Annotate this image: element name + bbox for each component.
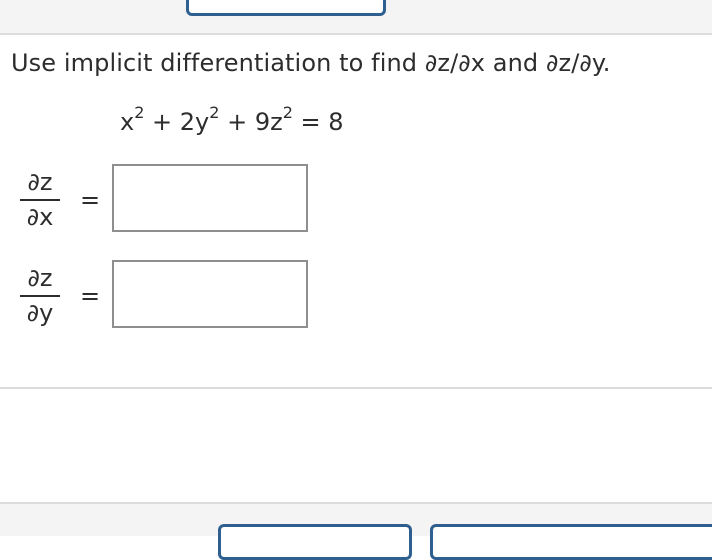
bottom-toolbar (0, 502, 712, 560)
equation-exponent: 2 (209, 103, 220, 122)
equation-operator: + (144, 108, 180, 136)
fraction-bar (20, 295, 60, 297)
equals-sign: = (80, 186, 101, 214)
fraction-bar (20, 199, 60, 201)
fraction-dz-dx: ∂z ∂x (18, 168, 62, 232)
dz-dy-answer-input[interactable] (112, 260, 308, 328)
equation-term-y: 2y (179, 108, 210, 136)
equation: x2 + 2y2 + 9z2 = 8 (120, 103, 344, 136)
equation-exponent: 2 (282, 103, 293, 122)
question-prompt: Use implicit differentiation to find ∂z/… (11, 49, 611, 77)
equals-sign: = (80, 282, 101, 310)
equation-operator: + (219, 108, 255, 136)
equation-term-z: 9z (254, 108, 283, 136)
dz-dx-answer-input[interactable] (112, 164, 308, 232)
top-button[interactable] (186, 0, 386, 16)
equation-exponent: 2 (134, 103, 145, 122)
fraction-numerator: ∂z (27, 264, 53, 292)
fraction-numerator: ∂z (27, 168, 53, 196)
equation-rhs: = 8 (292, 108, 344, 136)
equation-term-x: x (120, 108, 135, 136)
bottom-button-left[interactable] (218, 524, 412, 560)
fraction-denominator: ∂x (26, 203, 54, 231)
section-divider (0, 387, 712, 389)
fraction-denominator: ∂y (26, 299, 54, 327)
bottom-button-right[interactable] (430, 524, 712, 560)
top-toolbar (0, 0, 712, 35)
fraction-dz-dy: ∂z ∂y (18, 264, 62, 328)
